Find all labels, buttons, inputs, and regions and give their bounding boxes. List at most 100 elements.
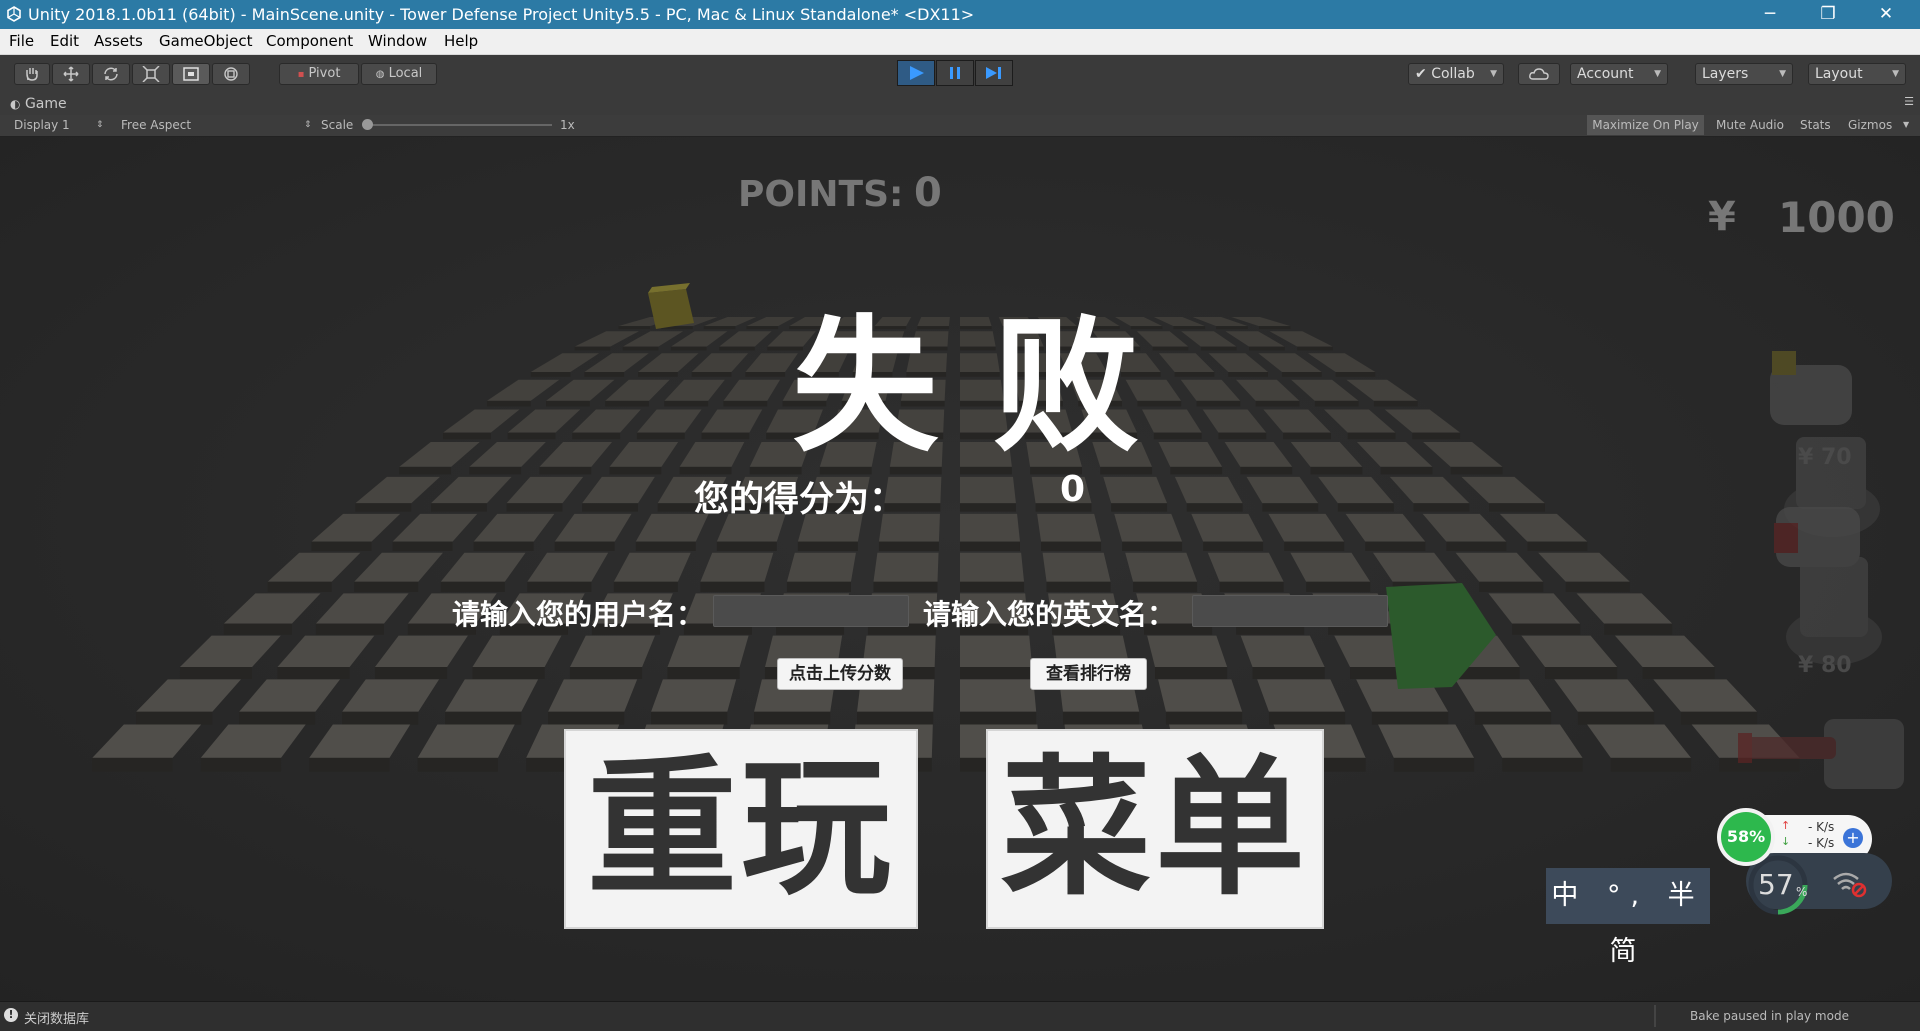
username-input[interactable] xyxy=(713,595,909,627)
maximize-on-play-toggle[interactable]: Maximize On Play xyxy=(1587,115,1704,135)
local-icon: ◍ xyxy=(375,69,385,80)
scale-slider-track[interactable] xyxy=(362,124,552,126)
replay-button[interactable]: 重玩 xyxy=(564,729,918,929)
ground-tile-edge xyxy=(1170,466,1223,475)
chevron-down-icon: ▼ xyxy=(1892,69,1899,79)
ground-tile-edge xyxy=(1219,581,1284,593)
ground-tile-edge xyxy=(1479,581,1544,593)
ground-tile-edge xyxy=(1446,541,1507,551)
menu-button[interactable]: 菜单 xyxy=(986,729,1324,929)
ground-tile xyxy=(960,513,1020,542)
cloud-button[interactable] xyxy=(1518,63,1560,85)
ground-tile xyxy=(1147,635,1228,667)
cpu-unit: % xyxy=(1796,885,1808,899)
ground-tile-edge xyxy=(554,541,615,551)
pivot-toggle[interactable]: ▪ Pivot xyxy=(279,63,359,85)
ground-tile-edge xyxy=(1216,326,1248,330)
menu-edit[interactable]: Edit xyxy=(50,32,79,50)
ground-tile-edge xyxy=(469,466,522,475)
ground-tile xyxy=(1103,476,1168,504)
ground-tile-edge xyxy=(527,581,592,593)
ground-tile xyxy=(1158,679,1243,712)
local-label: Local xyxy=(388,66,423,81)
menu-assets[interactable]: Assets xyxy=(94,32,143,50)
layout-dropdown[interactable]: Layout ▼ xyxy=(1808,63,1906,85)
ground-tile-edge xyxy=(1365,541,1426,551)
ground-tile-edge xyxy=(506,503,563,512)
ground-tile-edge xyxy=(1173,326,1206,330)
ground-tile xyxy=(1240,635,1325,667)
status-bar: ! 关闭数据库 Bake paused in play mode xyxy=(0,1001,1920,1031)
rotate-icon xyxy=(104,67,118,81)
ground-tile-edge xyxy=(1284,541,1345,551)
mute-audio-toggle[interactable]: Mute Audio xyxy=(1716,118,1784,132)
ground-tile-edge xyxy=(1137,400,1182,407)
gizmos-dropdown[interactable]: Gizmos xyxy=(1848,118,1892,132)
plus-icon[interactable]: + xyxy=(1843,828,1863,848)
ground-tile-edge xyxy=(374,666,448,679)
english-name-input[interactable] xyxy=(1192,595,1388,627)
ground-tile-edge xyxy=(1565,581,1630,593)
ground-tile-edge xyxy=(92,757,173,772)
step-button[interactable] xyxy=(975,60,1013,86)
transform-icon xyxy=(224,67,238,81)
cpu-percent: 57 xyxy=(1758,868,1794,901)
menu-component[interactable]: Component xyxy=(266,32,353,50)
rect-tool-button[interactable] xyxy=(172,63,210,85)
close-button[interactable]: ✕ xyxy=(1858,0,1914,29)
local-toggle[interactable]: ◍ Local xyxy=(361,63,437,85)
status-message[interactable]: 关闭数据库 xyxy=(24,1008,89,1027)
restore-button[interactable]: ❐ xyxy=(1800,0,1856,29)
ground-tile-edge xyxy=(1413,503,1470,512)
ground-tile-edge xyxy=(440,581,505,593)
hand-tool-button[interactable] xyxy=(14,63,50,85)
ground-tile-edge xyxy=(1133,581,1198,593)
collab-dropdown[interactable]: ✔ Collab ▼ xyxy=(1408,63,1504,85)
menu-help[interactable]: Help xyxy=(444,32,478,50)
move-tool-button[interactable] xyxy=(52,63,90,85)
ground-tile-edge xyxy=(670,346,707,351)
scale-tool-button[interactable] xyxy=(132,63,170,85)
ground-tile-edge xyxy=(1347,432,1396,440)
rotate-tool-button[interactable] xyxy=(92,63,130,85)
layers-dropdown[interactable]: Layers ▼ xyxy=(1695,63,1793,85)
display-dropdown[interactable]: Display 1 xyxy=(14,118,70,132)
menu-gameobject[interactable]: GameObject xyxy=(159,32,253,50)
ground-tile-edge xyxy=(473,541,534,551)
ground-tile-edge xyxy=(572,432,621,440)
ime-status-bar[interactable]: 中 °, 半 简 xyxy=(1546,868,1710,967)
minimize-button[interactable]: ─ xyxy=(1742,0,1798,29)
ground-tile-edge xyxy=(136,711,213,725)
ground-tile-edge xyxy=(703,326,736,330)
ground-tile-edge xyxy=(1610,757,1692,772)
stats-toggle[interactable]: Stats xyxy=(1800,118,1831,132)
upload-score-button[interactable]: 点击上传分数 xyxy=(777,658,903,690)
aspect-dropdown[interactable]: Free Aspect xyxy=(121,118,191,132)
game-viewport[interactable]: POINTS: 0 ¥ 1000 ¥ 70 ¥ 80 失 败 您的得分为： 0 … xyxy=(0,137,1920,1001)
transform-tool-button[interactable] xyxy=(212,63,250,85)
tab-menu-icon[interactable]: ☰ xyxy=(1904,95,1914,108)
ground-tile-edge xyxy=(430,503,487,512)
pause-button[interactable] xyxy=(936,60,974,86)
ground-tile-edge xyxy=(786,581,851,593)
scale-slider-thumb[interactable] xyxy=(362,119,373,130)
play-button[interactable] xyxy=(897,60,935,86)
ground-tile-edge xyxy=(1502,757,1583,772)
score-value: 0 xyxy=(1060,469,1086,510)
ground-tile-edge xyxy=(200,757,282,772)
ground-tile-edge xyxy=(960,711,1037,725)
ground-tile-edge xyxy=(719,346,755,351)
leaderboard-button[interactable]: 查看排行榜 xyxy=(1030,658,1147,690)
game-tab[interactable]: ◐ Game xyxy=(10,96,67,112)
ground-tile-edge xyxy=(701,432,750,440)
ground-tile-edge xyxy=(754,711,831,725)
ground-tile-edge xyxy=(1153,432,1202,440)
menu-file[interactable]: File xyxy=(9,32,34,50)
ground-tile xyxy=(960,679,1037,712)
ground-tile-edge xyxy=(1680,711,1758,725)
ground-tile-edge xyxy=(1577,711,1655,725)
menu-window[interactable]: Window xyxy=(368,32,427,50)
ground-tile-edge xyxy=(618,326,651,330)
account-dropdown[interactable]: Account ▼ xyxy=(1570,63,1668,85)
pivot-label: Pivot xyxy=(308,66,341,81)
